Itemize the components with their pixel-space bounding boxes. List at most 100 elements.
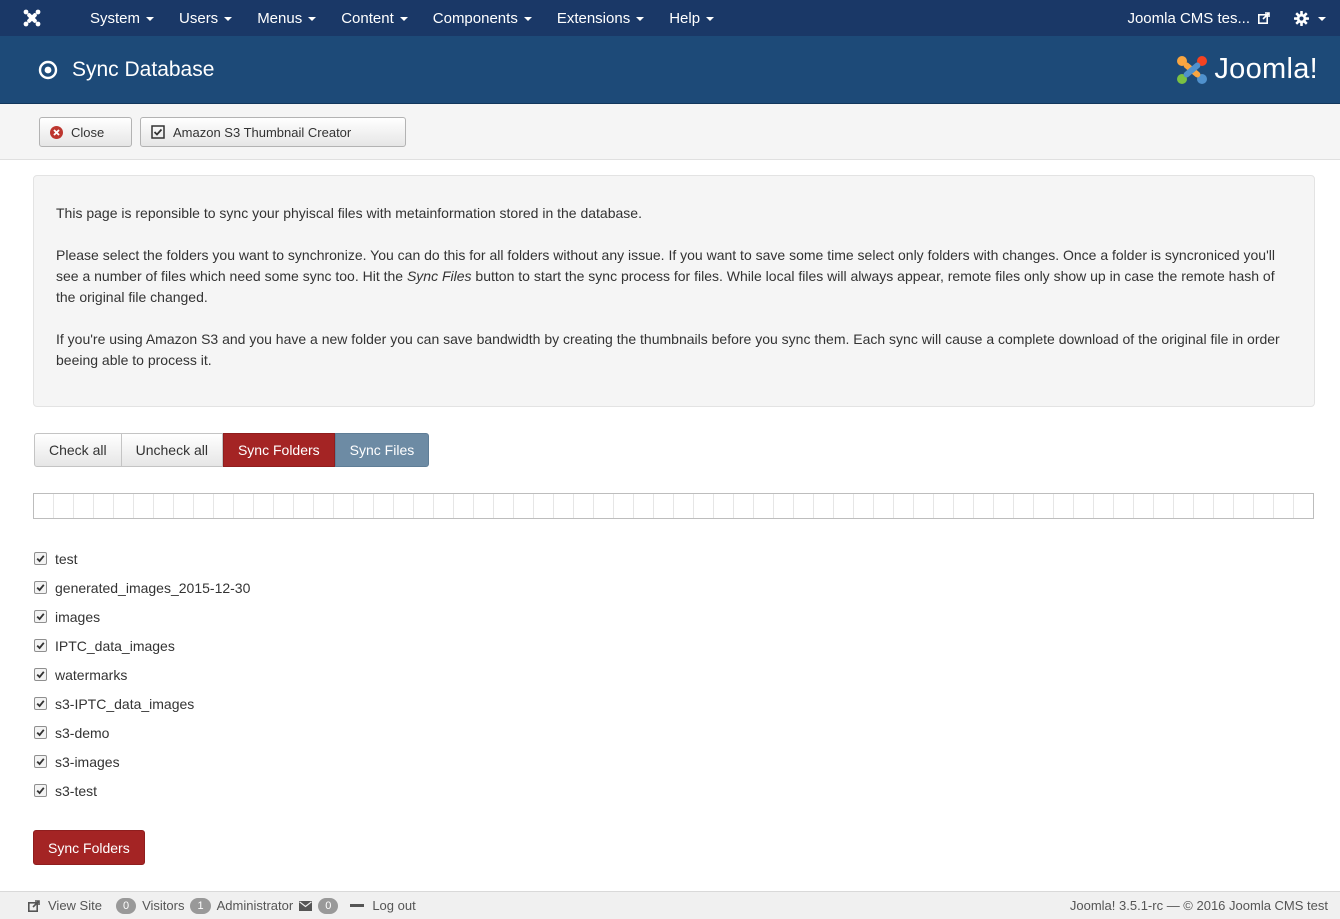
menu-components[interactable]: Components [420, 0, 544, 36]
menu-content[interactable]: Content [328, 0, 420, 36]
folder-item: s3-demo [34, 718, 250, 747]
progress-segment [774, 494, 794, 518]
folder-checkbox[interactable] [34, 784, 47, 797]
sync-files-button[interactable]: Sync Files [334, 433, 430, 467]
admin-badge: 1 [190, 897, 211, 914]
progress-segment [1254, 494, 1274, 518]
progress-segment [1194, 494, 1214, 518]
progress-segment [854, 494, 874, 518]
progress-segment [334, 494, 354, 518]
checkbox-checked-icon [151, 125, 165, 139]
progress-segment [414, 494, 434, 518]
folder-checkbox[interactable] [34, 552, 47, 565]
progress-segment [1274, 494, 1294, 518]
menu-extensions[interactable]: Extensions [544, 0, 656, 36]
folder-checkbox[interactable] [34, 639, 47, 652]
folder-list: test generated_images_2015-12-30 images IPT… [34, 544, 250, 805]
check-all-button[interactable]: Check all [34, 433, 122, 467]
folder-item: IPTC_data_images [34, 631, 250, 660]
folder-checkbox[interactable] [34, 755, 47, 768]
progress-segment [574, 494, 594, 518]
check-icon [36, 671, 45, 679]
joomla-icon[interactable] [0, 0, 64, 36]
progress-segment [954, 494, 974, 518]
check-icon [36, 700, 45, 708]
progress-segment [974, 494, 994, 518]
progress-segment [714, 494, 734, 518]
joomla-logo-icon [1177, 55, 1208, 84]
folder-checkbox[interactable] [34, 668, 47, 681]
page-header: Sync Database Joomla! [0, 36, 1340, 104]
progress-segment [934, 494, 954, 518]
progress-segment [254, 494, 274, 518]
site-link[interactable]: Joomla CMS tes... [1127, 10, 1294, 27]
menu-menus[interactable]: Menus [244, 0, 328, 36]
progress-segment [214, 494, 234, 518]
progress-segment [434, 494, 454, 518]
view-site-link[interactable]: View Site [28, 898, 102, 913]
folder-label: IPTC_data_images [55, 637, 175, 654]
visitors-status: 0 Visitors [115, 897, 184, 914]
caret-down-icon [146, 17, 155, 21]
progress-bar [33, 493, 1314, 519]
progress-segment [374, 494, 394, 518]
progress-segment [834, 494, 854, 518]
uncheck-all-button[interactable]: Uncheck all [121, 433, 223, 467]
thumbnail-creator-button[interactable]: Amazon S3 Thumbnail Creator [140, 117, 406, 147]
envelope-icon [299, 900, 313, 911]
caret-down-icon [308, 17, 317, 21]
menu-help[interactable]: Help [656, 0, 726, 36]
check-icon [36, 584, 45, 592]
check-icon [36, 787, 45, 795]
messages-link[interactable]: 0 [299, 897, 344, 914]
folder-label: s3-demo [55, 724, 110, 741]
folder-checkbox[interactable] [34, 726, 47, 739]
target-icon [38, 60, 58, 80]
logout-link[interactable]: Log out [350, 898, 416, 913]
progress-segment [1174, 494, 1194, 518]
folder-item: test [34, 544, 250, 573]
progress-segment [674, 494, 694, 518]
progress-segment [554, 494, 574, 518]
folder-item: images [34, 602, 250, 631]
folder-label: test [55, 550, 78, 567]
folder-checkbox[interactable] [34, 581, 47, 594]
progress-segment [274, 494, 294, 518]
folder-item: s3-IPTC_data_images [34, 689, 250, 718]
folder-item: s3-test [34, 776, 250, 805]
progress-segment [394, 494, 414, 518]
progress-segment [754, 494, 774, 518]
folder-item: watermarks [34, 660, 250, 689]
toolbar: Close Amazon S3 Thumbnail Creator [0, 104, 1340, 160]
check-icon [36, 758, 45, 766]
progress-segment [914, 494, 934, 518]
progress-segment [94, 494, 114, 518]
visitors-badge: 0 [115, 897, 137, 914]
progress-segment [34, 494, 54, 518]
external-link-icon [28, 899, 40, 912]
folder-checkbox[interactable] [34, 610, 47, 623]
menu-system[interactable]: System [64, 0, 166, 36]
menu-users[interactable]: Users [166, 0, 244, 36]
minus-icon [350, 903, 365, 907]
folder-checkbox[interactable] [34, 697, 47, 710]
gear-icon [1294, 10, 1309, 26]
sync-folders-bottom-button[interactable]: Sync Folders [33, 830, 145, 865]
check-icon [36, 613, 45, 621]
folder-item: s3-images [34, 747, 250, 776]
caret-down-icon [224, 17, 233, 21]
progress-segment [594, 494, 614, 518]
progress-segment [1034, 494, 1054, 518]
sync-folders-button[interactable]: Sync Folders [222, 433, 335, 467]
close-circle-icon [50, 125, 63, 139]
progress-segment [614, 494, 634, 518]
settings-dropdown[interactable] [1294, 10, 1340, 26]
info-paragraph-2: Please select the folders you want to sy… [56, 247, 1275, 305]
progress-segment [134, 494, 154, 518]
progress-segment [454, 494, 474, 518]
folder-label: s3-IPTC_data_images [55, 695, 195, 712]
administrator-status: 1 Administrator [190, 897, 293, 914]
close-button[interactable]: Close [39, 117, 132, 147]
progress-segment [494, 494, 514, 518]
progress-segment [874, 494, 894, 518]
